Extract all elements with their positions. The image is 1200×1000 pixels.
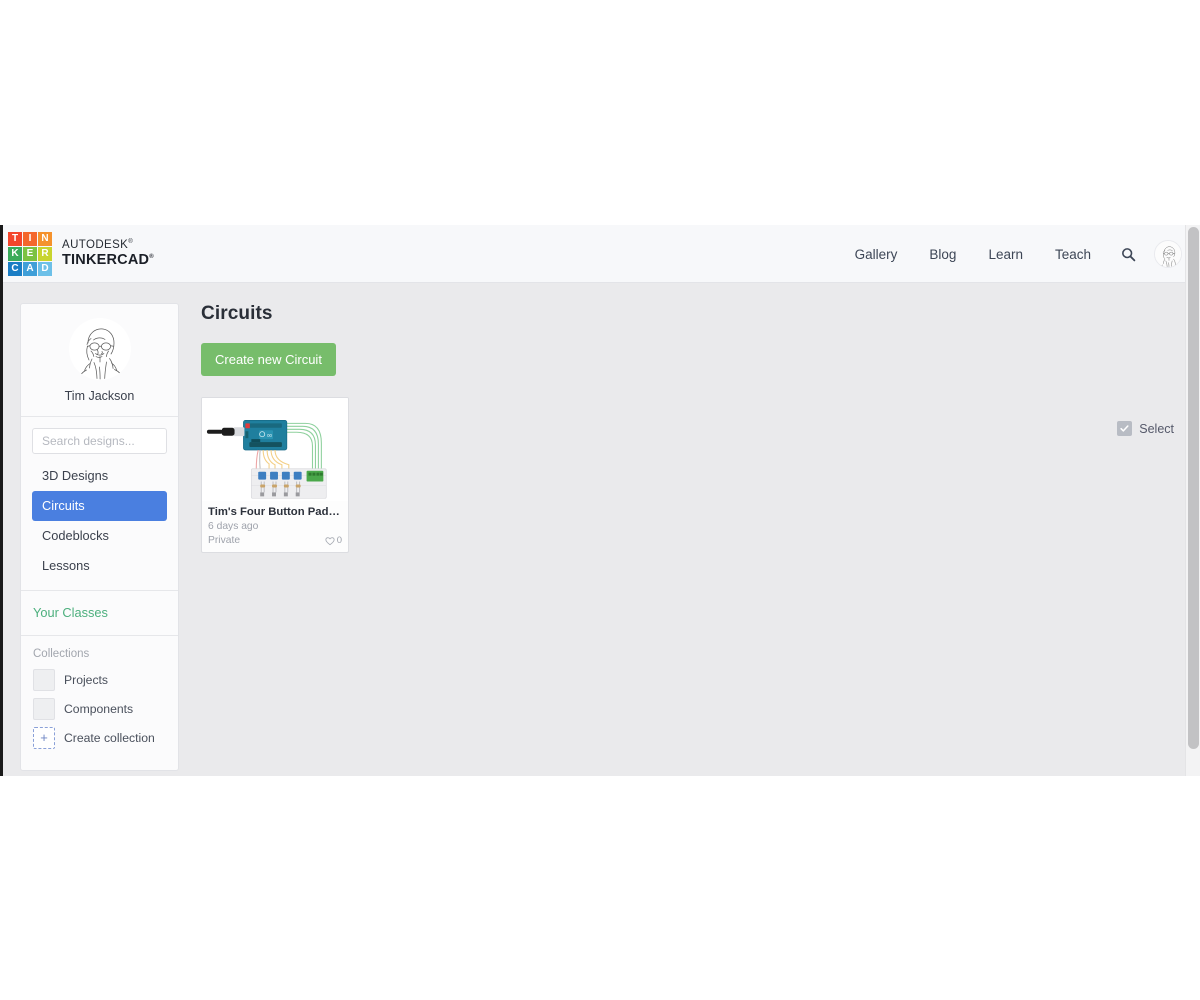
- profile-avatar[interactable]: [68, 318, 131, 380]
- collections-header: Collections: [33, 647, 90, 660]
- logo-tile-c-6: C: [8, 261, 22, 276]
- designs-grid: 00 Tim's Four Button Pad C 6 days ago Pr…: [201, 397, 1174, 554]
- design-privacy: Private: [208, 535, 241, 547]
- nav-learn[interactable]: Learn: [972, 241, 1039, 268]
- collection-thumbnail: [33, 697, 55, 720]
- tinkercad-logo[interactable]: TIN KER CAD AUTODESK® TINKERCAD®: [8, 231, 154, 276]
- logo-tile-a-7: A: [23, 261, 37, 276]
- logo-tile-grid: TIN KER CAD: [8, 231, 52, 276]
- sidebar-item-circuits[interactable]: Circuits: [32, 490, 167, 521]
- your-classes-section: Your Classes: [21, 591, 178, 636]
- sidebar-profile: Tim Jackson: [21, 304, 178, 417]
- logo-tile-e-4: E: [23, 246, 37, 261]
- design-card-footer: Private 0: [208, 535, 342, 546]
- select-label: Select: [1139, 421, 1174, 436]
- design-title: Tim's Four Button Pad Check: [208, 506, 342, 518]
- search-icon[interactable]: [1107, 241, 1148, 268]
- profile-name: Tim Jackson: [64, 389, 135, 403]
- sidebar-nav-section: 3D DesignsCircuitsCodeblocksLessons: [21, 417, 178, 591]
- collection-thumbnail: [33, 668, 55, 691]
- create-new-circuit-button[interactable]: Create new Circuit: [201, 343, 336, 376]
- toolbar: Create new Circuit: [201, 343, 1174, 376]
- collection-components[interactable]: Components: [33, 697, 166, 720]
- select-toggle[interactable]: Select: [1117, 421, 1174, 436]
- nav-blog[interactable]: Blog: [913, 241, 972, 268]
- browser-viewport: TIN KER CAD AUTODESK® TINKERCAD® Gallery B…: [0, 225, 1200, 776]
- top-navigation: Gallery Blog Learn Teach: [839, 225, 1182, 283]
- logo-tile-t-0: T: [8, 231, 22, 246]
- collections-section: Collections Projects Components + Create …: [21, 636, 178, 770]
- design-likes[interactable]: 0: [325, 535, 342, 546]
- search-designs-input[interactable]: [32, 428, 167, 454]
- svg-text:00: 00: [267, 433, 272, 438]
- design-card-body: Tim's Four Button Pad Check 6 days ago P…: [202, 501, 348, 552]
- sidebar: Tim Jackson 3D DesignsCircuitsCodeblocks…: [20, 303, 179, 771]
- design-card[interactable]: 00 Tim's Four Button Pad C 6 days ago Pr…: [201, 397, 349, 554]
- design-thumbnail: 00: [202, 398, 348, 501]
- nav-gallery[interactable]: Gallery: [839, 241, 914, 268]
- scrollbar-thumb[interactable]: [1188, 227, 1199, 749]
- main-content: Circuits Create new Circuit Select 00 Ti…: [179, 303, 1200, 554]
- likes-count: 0: [336, 535, 342, 547]
- vertical-scrollbar[interactable]: ▲: [1185, 225, 1200, 776]
- brand-tinkercad: TINKERCAD®: [62, 251, 154, 268]
- collection-label: Components: [64, 701, 134, 716]
- sidebar-nav-list: 3D Designs Circuits Codeblocks Lessons: [32, 461, 167, 581]
- your-classes-link[interactable]: Your Classes: [33, 605, 108, 620]
- page-body: Tim Jackson 3D DesignsCircuitsCodeblocks…: [3, 283, 1200, 771]
- brand-wordmark: AUTODESK® TINKERCAD®: [62, 239, 154, 268]
- collection-projects[interactable]: Projects: [33, 668, 166, 691]
- select-checkbox[interactable]: [1117, 421, 1133, 436]
- sidebar-item-codeblocks[interactable]: Codeblocks: [32, 521, 167, 551]
- logo-tile-i-1: I: [23, 231, 37, 246]
- app-header: TIN KER CAD AUTODESK® TINKERCAD® Gallery B…: [3, 225, 1200, 283]
- design-date: 6 days ago: [208, 521, 259, 533]
- collections-list: Projects Components: [33, 668, 166, 720]
- sidebar-item-3d-designs[interactable]: 3D Designs: [32, 461, 167, 491]
- nav-teach[interactable]: Teach: [1039, 241, 1107, 268]
- create-collection-row[interactable]: + Create collection: [33, 726, 166, 749]
- brand-autodesk: AUTODESK®: [62, 238, 134, 251]
- logo-tile-n-2: N: [38, 231, 52, 246]
- page-title: Circuits: [201, 303, 273, 324]
- logo-tile-d-8: D: [38, 261, 52, 276]
- user-avatar-icon[interactable]: [1154, 240, 1182, 268]
- sidebar-item-lessons[interactable]: Lessons: [32, 551, 167, 581]
- collection-label: Projects: [64, 672, 109, 687]
- logo-tile-k-3: K: [8, 246, 22, 261]
- logo-tile-r-5: R: [38, 246, 52, 261]
- create-collection-label: Create collection: [64, 730, 155, 745]
- plus-icon: +: [33, 726, 55, 749]
- heart-icon: [325, 536, 335, 545]
